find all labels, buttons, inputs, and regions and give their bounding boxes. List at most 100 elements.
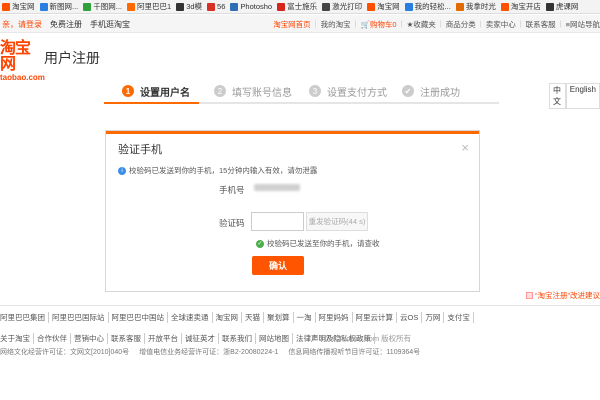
- footer-link[interactable]: 阿里妈妈: [316, 312, 353, 323]
- footer-link[interactable]: 合作伙伴: [34, 333, 71, 344]
- cart-icon: 🛒: [360, 20, 370, 29]
- nav-seller-center-link[interactable]: 卖家中心: [486, 19, 516, 30]
- bookmark-item[interactable]: 淘宝网: [2, 1, 35, 12]
- bookmark-item[interactable]: 千图网...: [83, 1, 122, 12]
- mobile-taobao-link[interactable]: 手机逛淘宝: [90, 19, 130, 30]
- bookmark-item[interactable]: 我拿时光: [455, 1, 496, 12]
- footer-link[interactable]: 网站地图: [256, 333, 293, 344]
- close-icon[interactable]: ×: [461, 140, 469, 155]
- bookmark-label: 虎课网: [555, 2, 579, 11]
- footer-link[interactable]: 阿里巴巴国际站: [49, 312, 109, 323]
- footer-link[interactable]: 淘宝网: [213, 312, 242, 323]
- nav-support-link[interactable]: 联系客服: [526, 19, 556, 30]
- footer-link[interactable]: 天猫: [242, 312, 264, 323]
- footer-link[interactable]: 阿里巴巴集团: [0, 312, 49, 323]
- dialog-accent-bar: [106, 131, 479, 134]
- step-set-payment: 3 设置支付方式: [309, 78, 387, 104]
- feedback-link[interactable]: “淘宝注册”改进建议: [526, 290, 600, 301]
- nav-home-link[interactable]: 淘宝网首页: [273, 19, 311, 30]
- favicon-icon: [545, 2, 554, 11]
- code-sent-text: 校验码已发送至你的手机，请查收: [267, 239, 380, 248]
- favicon-icon: [127, 2, 136, 11]
- footer-link[interactable]: 营销中心: [71, 333, 108, 344]
- lang-en-button[interactable]: English: [565, 83, 600, 109]
- masked-phone-number: [254, 184, 300, 191]
- bookmark-label: 淘宝网: [377, 2, 400, 11]
- bookmark-item[interactable]: Photosho: [230, 2, 272, 11]
- code-sent-message: ✓ 校验码已发送至你的手机，请查收: [256, 238, 380, 249]
- bookmark-item[interactable]: 淘宝开店: [500, 1, 541, 12]
- page-title: 用户注册: [44, 50, 100, 66]
- footer-link[interactable]: 诚征英才: [182, 333, 219, 344]
- bookmark-item[interactable]: 56: [207, 2, 225, 11]
- steps-progress-fill: [104, 102, 199, 104]
- bookmark-label: 千图网...: [93, 2, 123, 11]
- favicon-icon: [404, 2, 413, 11]
- nav-my-taobao-link[interactable]: 我的淘宝: [321, 19, 351, 30]
- nav-cart-link[interactable]: 🛒购物车0: [361, 19, 397, 30]
- favicon-icon: [367, 2, 376, 11]
- nav-categories-link[interactable]: 商品分类: [446, 19, 476, 30]
- bookmark-item[interactable]: 淘宝网: [367, 1, 400, 12]
- verification-code-input[interactable]: [251, 212, 304, 231]
- info-text: 校验码已发送到你的手机，15分钟内输入有效，请勿泄露: [129, 166, 318, 175]
- step-label: 注册成功: [420, 87, 460, 99]
- confirm-button[interactable]: 确认: [252, 256, 304, 275]
- bookmark-label: 淘宝开店: [510, 2, 541, 11]
- bookmark-label: Photosho: [240, 2, 273, 11]
- step-label: 填写账号信息: [232, 87, 292, 99]
- license-text: 网络文化经营许可证：文网文[2010]040号: [0, 349, 130, 356]
- bookmark-label: 我拿时光: [465, 2, 496, 11]
- favicon-icon: [455, 2, 464, 11]
- footer-link[interactable]: 阿里巴巴中国站: [109, 312, 168, 323]
- bookmark-label: 激光打印: [332, 2, 363, 11]
- favicon-icon: [277, 2, 286, 11]
- favicon-icon: [2, 2, 10, 11]
- favicon-icon: [230, 2, 239, 11]
- registration-steps: 1 设置用户名 2 填写账号信息 3 设置支付方式 ✔ 注册成功: [104, 78, 499, 104]
- step-label: 设置支付方式: [327, 87, 387, 99]
- footer-link[interactable]: 聚划算: [264, 312, 294, 323]
- check-icon: ✓: [256, 239, 264, 248]
- lang-zh-button[interactable]: 中文: [549, 83, 566, 109]
- step-label: 设置用户名: [140, 87, 190, 99]
- footer-link[interactable]: 一淘: [294, 312, 316, 323]
- step-fill-account: 2 填写账号信息: [214, 78, 292, 104]
- bookmark-label: 56: [217, 2, 226, 11]
- footer-link[interactable]: 联系我们: [219, 333, 256, 344]
- resend-code-button[interactable]: 重发验证码(44 s): [306, 212, 368, 231]
- footer-link[interactable]: 万网: [422, 312, 445, 323]
- info-message: i 校验码已发送到你的手机，15分钟内输入有效，请勿泄露: [118, 165, 317, 176]
- license-info: 网络文化经营许可证：文网文[2010]040号 增值电信业务经营许可证：浙B2-2…: [0, 347, 420, 357]
- bookmark-item[interactable]: 虎课网: [545, 1, 579, 12]
- license-text: 增值电信业务经营许可证：浙B2-20080224-1: [139, 349, 279, 356]
- taobao-logo[interactable]: 淘宝网 taobao.com: [0, 41, 45, 83]
- phone-label: 手机号: [219, 185, 245, 195]
- bookmark-item[interactable]: 富士施乐: [277, 1, 317, 12]
- footer-link[interactable]: 阿里云计算: [353, 312, 397, 323]
- register-link[interactable]: 免费注册: [50, 19, 82, 30]
- logo-text-en: taobao.com: [0, 73, 45, 82]
- footer-link[interactable]: 开放平台: [145, 333, 182, 344]
- step-number-badge: 3: [309, 85, 321, 97]
- bookmark-item[interactable]: 阿里巴巴1: [127, 1, 171, 12]
- bookmark-item[interactable]: 新图网...: [39, 1, 79, 12]
- bookmark-item[interactable]: 3d模: [176, 1, 202, 12]
- footer-link[interactable]: 关于淘宝: [0, 333, 34, 344]
- footer-link[interactable]: 云OS: [397, 312, 423, 323]
- bookmark-item[interactable]: 激光打印: [322, 1, 362, 12]
- nav-sitemap-link[interactable]: ≡网站导航: [566, 19, 600, 30]
- bookmark-item[interactable]: 我的轻松...: [404, 1, 451, 12]
- footer-link[interactable]: 全球速卖通: [168, 312, 213, 323]
- feedback-icon: [526, 292, 533, 299]
- login-link[interactable]: 亲，请登录: [2, 19, 42, 30]
- bookmark-label: 3d模: [186, 2, 203, 11]
- bookmark-label: 新图网...: [49, 2, 79, 11]
- dialog-title: 验证手机: [118, 144, 162, 156]
- check-icon: ✔: [402, 85, 414, 97]
- nav-favorites-link[interactable]: ★收藏夹: [407, 19, 436, 30]
- copyright-text: © 2018 Taobao.com 版权所有: [312, 334, 412, 343]
- favicon-icon: [207, 2, 216, 11]
- footer-link[interactable]: 支付宝: [444, 312, 474, 323]
- footer-link[interactable]: 联系客服: [108, 333, 145, 344]
